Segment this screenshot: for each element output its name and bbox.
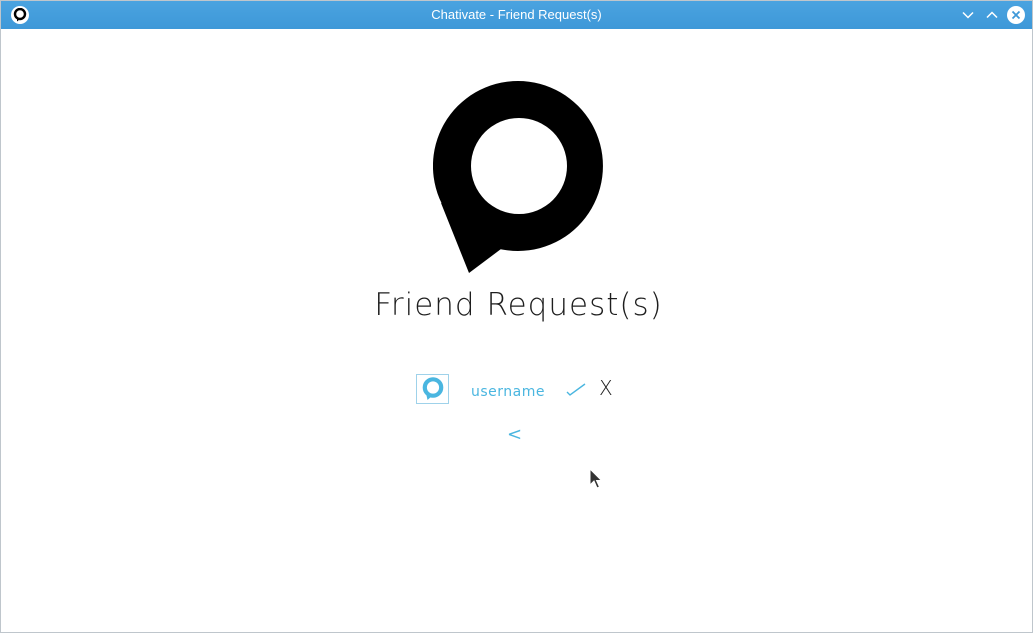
accept-request-button[interactable] bbox=[565, 379, 587, 399]
app-window: Chativate - Friend Request(s) Friend Req… bbox=[0, 0, 1033, 633]
maximize-button[interactable] bbox=[982, 5, 1002, 25]
main-content: Friend Request(s) username X < bbox=[6, 30, 1031, 629]
avatar-logo-icon bbox=[422, 377, 443, 400]
window-title: Chativate - Friend Request(s) bbox=[431, 7, 602, 22]
request-username: username bbox=[471, 384, 545, 400]
chevron-down-icon bbox=[962, 11, 974, 19]
friend-request-item: username X bbox=[416, 374, 626, 406]
back-button[interactable]: < bbox=[507, 424, 522, 445]
chativate-logo-icon bbox=[432, 81, 603, 277]
checkmark-icon bbox=[566, 383, 586, 396]
chevron-up-icon bbox=[986, 11, 998, 19]
minimize-button[interactable] bbox=[958, 5, 978, 25]
reject-request-button[interactable]: X bbox=[599, 376, 613, 400]
close-icon bbox=[1007, 6, 1025, 24]
close-button[interactable] bbox=[1006, 5, 1026, 25]
page-title: Friend Request(s) bbox=[374, 287, 663, 323]
title-bar[interactable]: Chativate - Friend Request(s) bbox=[1, 1, 1032, 29]
mouse-cursor-icon bbox=[589, 467, 603, 494]
avatar bbox=[416, 374, 449, 404]
